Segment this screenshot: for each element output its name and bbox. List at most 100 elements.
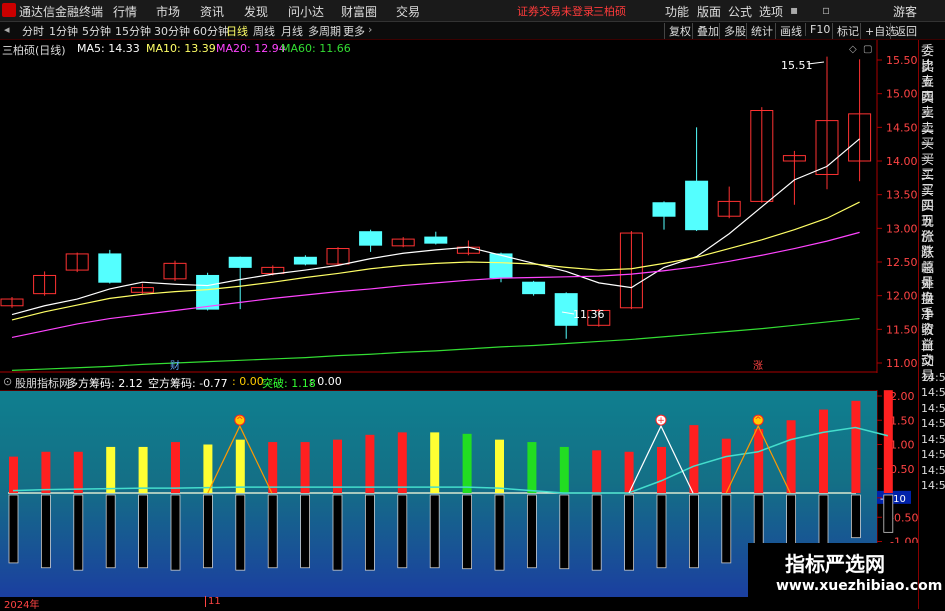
- sidebar-item-26: 14:56: [921, 448, 945, 461]
- long-chip-bar: [527, 442, 537, 493]
- short-chip-bar: [364, 494, 375, 571]
- candle-down[interactable]: [196, 274, 220, 310]
- long-chip-bar: [819, 409, 828, 493]
- high-price-annotation: 15.51: [781, 59, 813, 72]
- price-tick-label: 14.00: [886, 155, 918, 168]
- long-chip-bar: [883, 390, 893, 493]
- price-tick-label: 14.50: [886, 121, 918, 134]
- short-chip-bar: [462, 494, 473, 570]
- price-tick-label: 15.00: [886, 88, 918, 101]
- sub-tick-label: 1.50: [890, 414, 915, 427]
- chart-option-icon: ◇: [849, 44, 857, 55]
- short-chip-bar: [689, 494, 699, 569]
- long-chip-bar: [754, 428, 764, 493]
- sidebar-item-27: 14:56: [921, 463, 945, 477]
- long-chip-bar: [851, 400, 861, 493]
- short-chip-bar: [851, 494, 861, 539]
- short-chip-bar: [41, 494, 51, 569]
- short-chip-bar: [8, 494, 19, 564]
- long-chip-bar: [786, 420, 796, 493]
- short-chip-bar: [202, 494, 213, 569]
- sidebar-item-24: 14:56: [921, 417, 945, 430]
- long-chip-bar: [365, 434, 375, 493]
- long-chip-bar: [495, 439, 504, 493]
- short-chip-bar: [429, 494, 440, 569]
- long-chip-bar: [73, 451, 83, 493]
- short-chip-bar: [624, 494, 634, 571]
- long-chip-bar: [462, 433, 472, 493]
- long-chip-bar: [106, 446, 116, 493]
- price-tick-label: 12.50: [886, 256, 918, 269]
- price-tick-label: 11.00: [886, 357, 918, 370]
- price-tick-label: 12.00: [886, 290, 918, 303]
- short-chip-bar: [721, 494, 732, 564]
- long-chip-bar: [397, 432, 407, 493]
- signal-glyph: ^: [236, 416, 244, 426]
- candle-down[interactable]: [522, 281, 546, 295]
- candle-down[interactable]: [98, 253, 122, 283]
- candle-down[interactable]: [685, 180, 709, 231]
- price-tick-label: 13.00: [886, 222, 918, 235]
- sidebar-item-21: 14:56: [921, 370, 945, 384]
- long-chip-bar: [657, 446, 666, 493]
- signal-a-label: : 0.00: [232, 375, 264, 388]
- candle-down[interactable]: [652, 202, 676, 217]
- short-chip-bar: [559, 494, 570, 570]
- long-chip-bar: [559, 446, 569, 493]
- finance-marker: 财: [170, 359, 180, 372]
- long-chip-bar: [300, 442, 310, 493]
- sub-tick-label: 2.00: [890, 390, 915, 403]
- candle-down[interactable]: [293, 256, 317, 265]
- signal-b-label: : 0.00: [310, 375, 342, 388]
- short-chip-bar: [332, 494, 343, 571]
- sub-tick-label: -0.50: [890, 511, 918, 524]
- sub-tick-label: 0.50: [890, 463, 915, 476]
- low-price-annotation: 11.36: [573, 308, 605, 321]
- short-chip-bar: [883, 494, 894, 533]
- price-tick-label: 13.50: [886, 189, 918, 202]
- long-chip-bar: [268, 442, 278, 493]
- short-chip-bar: [656, 494, 667, 569]
- rise-marker: 涨: [753, 360, 763, 372]
- signal-glyph: ^: [754, 416, 762, 426]
- long-chip-bar: [592, 450, 602, 493]
- sidebar-item-23: 14:56: [921, 401, 945, 415]
- short-chip-bar: [527, 494, 537, 569]
- quote-sidebar: 委比 卖五 卖四 卖三 卖二 卖一 买一 买二 买三 买四 买五 现价 涨跌 涨幅 总量 外盘 换手 净资 收益 自动…: [918, 40, 945, 609]
- long-chip-bar: [138, 446, 148, 493]
- short-chip-bar: [818, 494, 829, 544]
- breakout-label: 突破: 1.18: [262, 377, 316, 390]
- watermark-text: 指标严选网: [785, 552, 885, 576]
- short-chip-bar: [267, 494, 278, 569]
- sidebar-item-25: 14:56: [921, 432, 945, 446]
- ma60-line: [11, 317, 860, 372]
- short-chip-bar: [591, 494, 602, 571]
- indicator-settings-icon[interactable]: ⊙: [3, 375, 12, 388]
- short-chip-bar: [105, 494, 116, 569]
- short-chips-label: 空方筹码: -0.77: [148, 377, 228, 390]
- long-chip-bar: [689, 425, 699, 493]
- short-chip-bar: [397, 494, 408, 569]
- long-chip-bar: [430, 432, 440, 493]
- ma5-line: [11, 138, 860, 316]
- candle-down[interactable]: [424, 236, 448, 244]
- price-tick-label: 11.50: [886, 323, 918, 336]
- sub-indicator-title[interactable]: 股朋指标网: [15, 375, 70, 391]
- short-chip-bar: [170, 494, 181, 571]
- sidebar-item-28: 14:56: [921, 479, 945, 492]
- short-chip-bar: [494, 494, 505, 571]
- long-chips-label: 多方筹码: 2.12: [67, 377, 143, 390]
- chart-canvas[interactable]: 15.50 15.00 14.50 14.00 13.50 13.00 12.50 12.00…: [0, 0, 945, 609]
- watermark-url: www.xuezhibiao.com: [776, 578, 943, 594]
- candle-down[interactable]: [359, 231, 383, 246]
- price-tick-label: 15.50: [886, 54, 918, 67]
- candle-down[interactable]: [228, 256, 252, 268]
- long-chip-bar: [41, 451, 51, 493]
- long-chip-bar: [235, 439, 245, 493]
- short-chip-bar: [73, 494, 84, 571]
- short-chip-bar: [235, 494, 246, 571]
- short-chip-bar: [138, 494, 149, 569]
- short-chip-bar: [300, 494, 311, 569]
- long-chip-bar: [333, 439, 342, 493]
- month-label: 11: [205, 596, 221, 607]
